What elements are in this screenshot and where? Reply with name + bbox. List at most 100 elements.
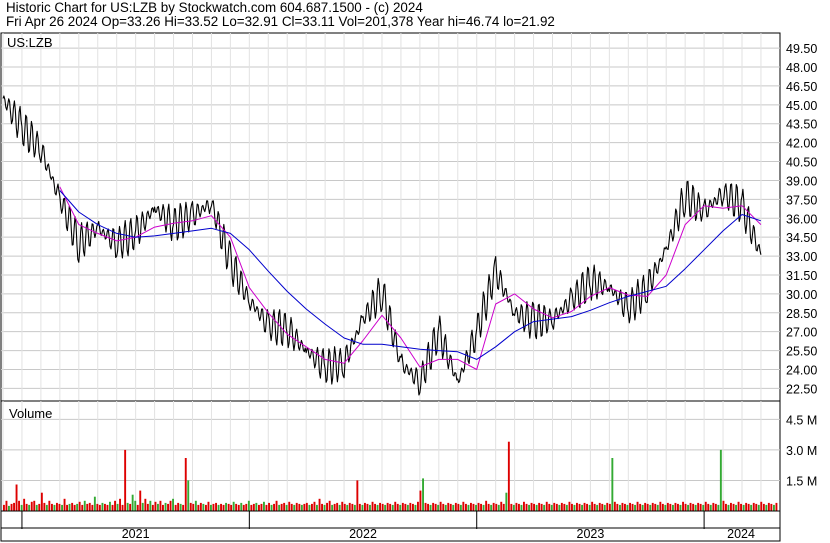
volume-bar: [394, 501, 397, 511]
volume-bar: [538, 502, 541, 511]
volume-bar: [43, 502, 46, 511]
volume-bar: [679, 504, 682, 511]
volume-bar: [467, 504, 470, 511]
volume-bar: [520, 504, 523, 511]
volume-bar: [305, 502, 308, 511]
volume-bar: [432, 502, 435, 511]
volume-bar: [333, 503, 336, 511]
volume-bar: [747, 503, 750, 511]
volume-bar: [439, 501, 442, 511]
volume-bar: [621, 502, 624, 511]
volume-bar: [159, 500, 162, 511]
volume-bar: [593, 503, 596, 511]
volume-bar: [454, 502, 457, 511]
volume-bar: [576, 502, 578, 511]
volume-bar: [66, 504, 68, 511]
volume-bar: [318, 498, 321, 511]
volume-bar: [750, 504, 753, 511]
volume-bar: [240, 502, 243, 511]
volume-bar: [417, 501, 419, 511]
volume-bar: [381, 503, 384, 511]
volume-bar: [626, 504, 629, 511]
volume-bar: [697, 502, 700, 511]
volume-bar: [86, 503, 89, 511]
volume-bar: [220, 503, 222, 511]
volume-bar: [507, 441, 510, 511]
volume-bar: [172, 498, 174, 511]
volume-bar: [245, 503, 248, 511]
volume-bar: [93, 496, 96, 511]
volume-bar: [187, 480, 190, 511]
volume-bar: [308, 504, 311, 511]
volume-bar: [613, 501, 616, 511]
volume-bar: [202, 503, 205, 511]
volume-bar: [412, 503, 414, 511]
volume-bar: [401, 502, 404, 511]
volume-bar: [114, 500, 116, 511]
volume-bar: [447, 502, 450, 511]
price-tick-label: 31.50: [786, 269, 817, 283]
volume-bar: [177, 502, 180, 511]
volume-bar: [719, 449, 722, 511]
volume-bar: [164, 502, 167, 511]
volume-bar: [740, 503, 742, 511]
volume-bar: [48, 500, 51, 511]
volume-bar: [278, 504, 281, 511]
volume-bar: [684, 503, 687, 511]
volume-bar: [295, 502, 298, 511]
volume-bar: [737, 501, 740, 511]
volume-bar: [323, 504, 326, 511]
volume-bar: [184, 458, 187, 511]
volume-bar: [199, 502, 202, 511]
volume-bar: [760, 501, 763, 511]
volume-bar: [775, 502, 778, 511]
volume-bar: [523, 501, 525, 511]
volume-bar: [40, 492, 43, 511]
volume-bar: [389, 503, 392, 511]
volume-bar: [207, 501, 210, 511]
volume-bar: [313, 501, 316, 511]
volume-bar: [364, 502, 366, 511]
price-tick-label: 40.50: [786, 156, 817, 170]
volume-bar: [326, 502, 328, 511]
volume-bar: [111, 504, 114, 511]
price-tick-label: 39.00: [786, 174, 817, 188]
volume-bar: [210, 504, 212, 511]
volume-bar: [78, 501, 81, 511]
volume-bar: [424, 502, 427, 511]
volume-bar: [515, 502, 518, 511]
price-tick-label: 42.00: [786, 137, 817, 151]
price-tick-label: 37.50: [786, 193, 817, 207]
volume-bar: [290, 503, 293, 511]
volume-bar: [10, 503, 13, 511]
volume-bar: [154, 501, 157, 511]
volume-bar: [174, 504, 177, 511]
volume-bar: [770, 503, 773, 511]
volume-bar: [505, 492, 508, 511]
volume-bar: [591, 501, 594, 511]
volume-bar: [58, 503, 61, 511]
volume-bar: [699, 503, 702, 511]
volume-bar: [762, 503, 765, 511]
volume-bar: [391, 504, 394, 511]
volume-bar: [492, 502, 495, 511]
volume-bar: [457, 503, 460, 511]
volume-bar: [369, 504, 371, 511]
volume-bar: [280, 503, 283, 511]
volume-bar: [116, 503, 119, 511]
volume-bar: [68, 503, 71, 511]
volume-bar: [361, 504, 364, 511]
volume-bar: [371, 501, 374, 511]
volume-bar: [462, 501, 465, 511]
volume-bar: [543, 504, 546, 511]
volume-bar: [366, 503, 369, 511]
volume-tick-label: 1.5 M: [786, 474, 817, 488]
x-tick-label: 2024: [727, 527, 755, 541]
volume-bar: [682, 501, 684, 511]
volume-bar: [540, 503, 543, 511]
volume-bar: [525, 503, 528, 511]
volume-bar: [225, 502, 227, 511]
volume-bar: [3, 504, 5, 511]
volume-bar: [487, 503, 490, 511]
volume-label: Volume: [9, 406, 52, 421]
